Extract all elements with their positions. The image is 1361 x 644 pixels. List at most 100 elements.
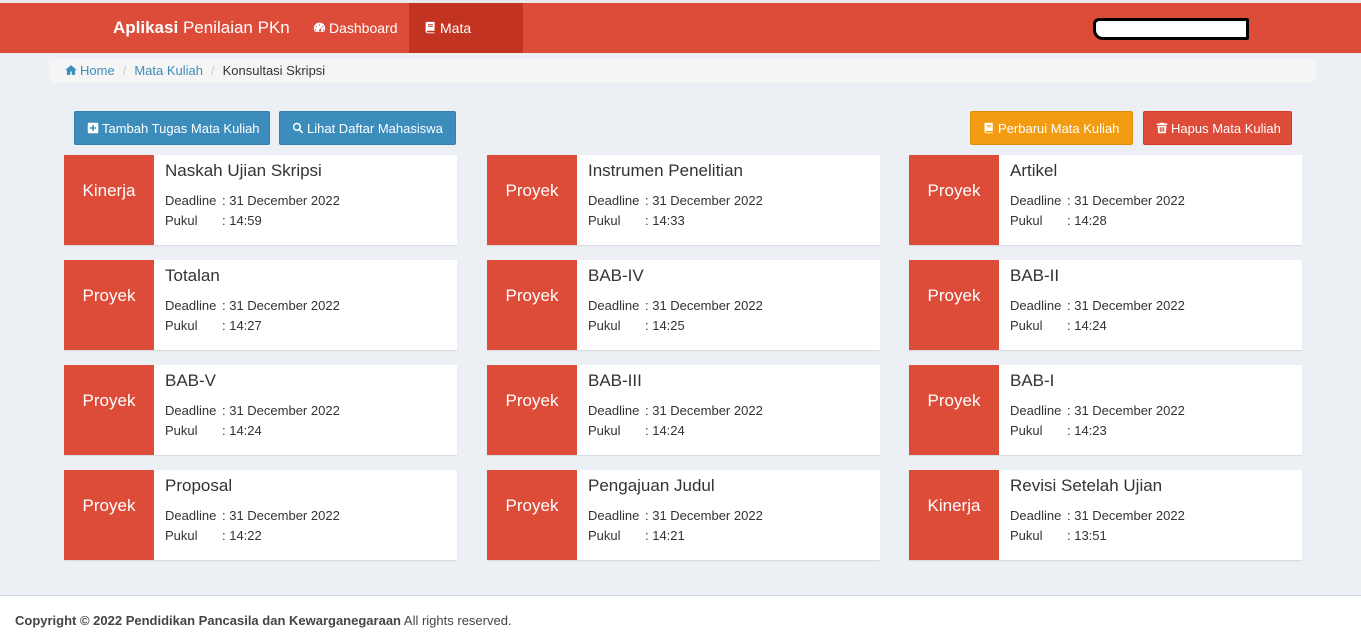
task-deadline: Deadline: 31 December 2022 (588, 193, 763, 208)
time-label: Pukul (1010, 528, 1043, 543)
time-label: Pukul (1010, 318, 1043, 333)
app-brand[interactable]: Aplikasi Penilaian PKn (113, 3, 290, 53)
task-time: Pukul: 14:22 (165, 528, 262, 543)
time-value: : 14:22 (222, 528, 262, 543)
time-value: : 14:27 (222, 318, 262, 333)
book-icon (425, 21, 435, 34)
task-deadline: Deadline: 31 December 2022 (588, 508, 763, 523)
task-deadline: Deadline: 31 December 2022 (165, 193, 340, 208)
deadline-value: : 31 December 2022 (1067, 508, 1185, 523)
breadcrumb-home-label: Home (80, 63, 115, 78)
deadline-label: Deadline (588, 298, 640, 313)
task-deadline: Deadline: 31 December 2022 (1010, 403, 1185, 418)
task-card[interactable]: Proyek Proposal Deadline: 31 December 20… (64, 470, 457, 560)
deadline-value: : 31 December 2022 (222, 508, 340, 523)
task-card[interactable]: Proyek BAB-I Deadline: 31 December 2022 … (909, 365, 1302, 455)
deadline-label: Deadline (588, 508, 640, 523)
task-title: Pengajuan Judul (588, 476, 715, 495)
time-value: : 14:59 (222, 213, 262, 228)
deadline-label: Deadline (1010, 508, 1062, 523)
task-card[interactable]: Kinerja Naskah Ujian Skripsi Deadline: 3… (64, 155, 457, 245)
task-card[interactable]: Proyek Artikel Deadline: 31 December 202… (909, 155, 1302, 245)
deadline-value: : 31 December 2022 (222, 298, 340, 313)
deadline-value: : 31 December 2022 (645, 193, 763, 208)
time-value: : 14:24 (222, 423, 262, 438)
time-label: Pukul (588, 423, 621, 438)
deadline-value: : 31 December 2022 (1067, 403, 1185, 418)
task-title: Artikel (1010, 161, 1058, 180)
task-title: BAB-V (165, 371, 217, 390)
breadcrumb-home[interactable]: Home (65, 63, 115, 78)
breadcrumb-separator: / (122, 63, 127, 78)
deadline-label: Deadline (1010, 193, 1062, 208)
deadline-value: : 31 December 2022 (645, 403, 763, 418)
task-deadline: Deadline: 31 December 2022 (588, 298, 763, 313)
time-label: Pukul (588, 528, 621, 543)
view-students-label: Lihat Daftar Mahasiswa (307, 121, 443, 136)
breadcrumb: Home / Mata Kuliah / Konsultasi Skripsi (49, 59, 1316, 83)
deadline-label: Deadline (165, 403, 217, 418)
task-deadline: Deadline : 31 December 2022 (165, 298, 340, 313)
time-label: Pukul (165, 213, 198, 228)
task-card[interactable]: Kinerja Revisi Setelah Ujian Deadline: 3… (909, 470, 1302, 560)
task-deadline: Deadline: 31 December 2022 (165, 508, 340, 523)
task-type-badge: Kinerja (64, 155, 154, 245)
task-deadline: Deadline : 31 December 2022 (1010, 508, 1185, 523)
deadline-label: Deadline (165, 298, 217, 313)
breadcrumb-mata-kuliah[interactable]: Mata Kuliah (134, 63, 203, 78)
task-card[interactable]: Proyek BAB-IV Deadline: 31 December 2022… (487, 260, 880, 350)
footer: Copyright © 2022 Pendidikan Pancasila da… (0, 595, 1361, 644)
task-time: Pukul : 14:24 (588, 423, 685, 438)
deadline-label: Deadline (165, 193, 217, 208)
time-value: : 14:24 (645, 423, 685, 438)
task-title: BAB-III (588, 371, 642, 390)
breadcrumb-current: Konsultasi Skripsi (222, 63, 326, 78)
task-card[interactable]: Proyek Pengajuan Judul Deadline: 31 Dece… (487, 470, 880, 560)
nav-mata-kuliah[interactable]: Mata Kuliah (409, 3, 523, 86)
task-card[interactable]: Proyek BAB-II Deadline: 31 December 2022… (909, 260, 1302, 350)
time-value: : 14:21 (645, 528, 685, 543)
task-card[interactable]: Proyek Totalan Deadline: 31 December 202… (64, 260, 457, 350)
deadline-label: Deadline (1010, 298, 1062, 313)
task-time: Pukul: 14:33 (588, 213, 685, 228)
task-type-badge: Proyek (909, 155, 999, 245)
time-value: : 14:25 (645, 318, 685, 333)
task-time: Pukul: 14:24 (1010, 318, 1107, 333)
breadcrumb-separator: / (210, 63, 215, 78)
task-title: BAB-II (1010, 266, 1060, 285)
time-label: Pukul (1010, 423, 1043, 438)
task-title: BAB-IV (588, 266, 644, 285)
time-label: Pukul (588, 213, 621, 228)
search-icon (292, 122, 304, 134)
time-value: : 14:23 (1067, 423, 1107, 438)
task-type-badge: Proyek (64, 470, 154, 560)
task-deadline: Deadline : 31 December 2022 (1010, 298, 1185, 313)
trash-icon (1156, 122, 1168, 134)
task-card[interactable]: Proyek Instrumen Penelitian Deadline: 31… (487, 155, 880, 245)
task-type-badge: Proyek (487, 365, 577, 455)
task-deadline: Deadline: 31 December 2022 (1010, 193, 1185, 208)
view-students-button[interactable]: Lihat Daftar Mahasiswa (279, 111, 456, 145)
add-task-button[interactable]: Tambah Tugas Mata Kuliah (74, 111, 270, 145)
user-menu-redacted[interactable] (1093, 18, 1249, 40)
task-card[interactable]: Proyek BAB-V Deadline: 31 December 2022 … (64, 365, 457, 455)
time-label: Pukul (165, 423, 198, 438)
delete-course-label: Hapus Mata Kuliah (1171, 121, 1281, 136)
nav-dashboard[interactable]: Dashboard (298, 3, 413, 53)
task-card[interactable]: Proyek BAB-III Deadline: 31 December 202… (487, 365, 880, 455)
footer-rights: All rights reserved. (403, 613, 512, 628)
task-title: Proposal (165, 476, 233, 495)
home-icon (65, 65, 77, 75)
time-label: Pukul (165, 318, 198, 333)
deadline-value: : 31 December 2022 (1067, 298, 1185, 313)
task-type-badge: Proyek (487, 260, 577, 350)
delete-course-button[interactable]: Hapus Mata Kuliah (1143, 111, 1292, 145)
task-deadline: Deadline: 31 December 2022 (165, 403, 340, 418)
time-label: Pukul (588, 318, 621, 333)
task-title: Revisi Setelah Ujian (1010, 476, 1163, 495)
task-time: Pukul : 14:25 (588, 318, 685, 333)
task-title: Naskah Ujian Skripsi (165, 161, 322, 180)
footer-copyright: Copyright © 2022 Pendidikan Pancasila da… (15, 613, 401, 628)
time-label: Pukul (1010, 213, 1043, 228)
update-course-button[interactable]: Perbarui Mata Kuliah (970, 111, 1133, 145)
